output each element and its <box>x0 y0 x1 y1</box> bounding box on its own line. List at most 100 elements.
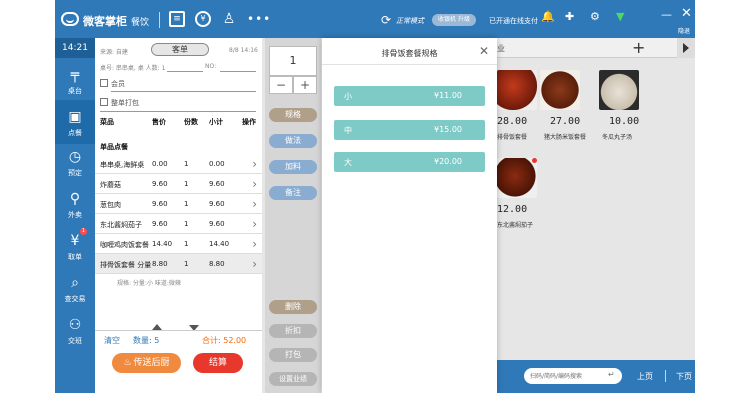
dish-name: 排骨饭套餐 <box>497 134 528 141</box>
nav-label: 点餐 <box>68 129 82 137</box>
minimize-icon[interactable]: — <box>661 8 672 21</box>
category-label[interactable]: 业 <box>497 43 505 54</box>
gear-icon[interactable]: ⚙ <box>590 10 600 23</box>
tab-guest-order[interactable]: 客单 <box>151 43 209 56</box>
pack-button[interactable]: 打包 <box>269 348 317 362</box>
quantity-plus-button[interactable]: + <box>293 76 317 94</box>
spec-option-large[interactable]: 大 ¥20.00 <box>334 152 485 172</box>
nav-item-delivery[interactable]: ⚲ 外卖 <box>55 182 95 226</box>
enter-icon[interactable]: ↵ <box>608 370 615 379</box>
discount-button[interactable]: 折扣 <box>269 324 317 338</box>
quantity-minus-button[interactable]: − <box>269 76 293 94</box>
nav-item-transactions[interactable]: ⌕ 查交易 <box>55 266 95 310</box>
pos-app: 微客掌柜 餐饮 ≡ ¥ ♙ ••• ⟳ 正常模式 收银机 升级 已开通在线支付 … <box>55 0 695 393</box>
note-button[interactable]: 备注 <box>269 186 317 200</box>
bell-icon[interactable]: 🔔 <box>541 10 555 23</box>
next-page-button[interactable]: 下页 <box>676 371 692 382</box>
member-label: 会员 <box>111 80 125 88</box>
dish-image[interactable] <box>599 70 639 110</box>
set-performance-button[interactable]: 设置业绩 <box>269 372 317 386</box>
reserve-icon: ◷ <box>68 149 82 165</box>
close-icon[interactable]: ✕ <box>479 44 489 58</box>
table-info: 桌号: 串串桌, 桌 人数: 1 <box>100 65 166 72</box>
nav-item-pickup[interactable]: ¥ 1 取单 <box>55 224 95 268</box>
document-icon[interactable]: ≡ <box>169 11 185 27</box>
delete-button[interactable]: 删除 <box>269 300 317 314</box>
option-price: ¥15.00 <box>434 125 462 134</box>
chevron-right-icon[interactable]: › <box>252 198 257 210</box>
nav-item-order[interactable]: ▣ 点餐 <box>55 100 95 144</box>
row-qty: 1 <box>184 160 189 168</box>
item-controls: 1 − + 规格 做法 加料 备注 删除 折扣 打包 设置业绩 <box>265 38 321 393</box>
sync-icon[interactable]: ⟳ <box>381 13 391 27</box>
add-icon[interactable]: + <box>632 39 645 57</box>
divider <box>220 71 256 72</box>
quantity-display[interactable]: 1 <box>269 46 317 76</box>
upgrade-pill[interactable]: 收银机 升级 <box>432 14 476 26</box>
row-name: 葱包肉 <box>100 201 121 209</box>
clear-button[interactable]: 清空 <box>104 335 120 346</box>
more-icon[interactable]: ••• <box>247 11 270 27</box>
member-checkbox[interactable] <box>100 79 108 87</box>
order-total: 合计: 52.00 <box>202 336 247 345</box>
puzzle-icon[interactable]: ✚ <box>565 10 574 23</box>
order-row[interactable]: 东北酱焖茄子 9.60 1 9.60 › <box>95 214 262 234</box>
dish-image[interactable] <box>540 70 580 110</box>
chevron-right-icon[interactable]: › <box>252 178 257 190</box>
extra-button[interactable]: 加料 <box>269 160 317 174</box>
clock: 14:21 <box>55 38 95 58</box>
spec-option-small[interactable]: 小 ¥11.00 <box>334 86 485 106</box>
spec-button[interactable]: 规格 <box>269 108 317 122</box>
dish-image[interactable] <box>497 158 537 198</box>
row-qty: 1 <box>184 240 189 248</box>
order-row[interactable]: 葱包肉 9.60 1 9.60 › <box>95 194 262 214</box>
order-row[interactable]: 咖喱鸡肉饭套餐 14.40 1 14.40 › <box>95 234 262 254</box>
item-count: 数量: 5 <box>133 336 160 345</box>
sync-mode-label: 正常模式 <box>396 17 424 25</box>
row-subtotal: 9.60 <box>209 220 225 228</box>
chevron-right-icon[interactable]: › <box>252 218 257 230</box>
option-price: ¥11.00 <box>434 91 462 100</box>
row-subtotal: 8.80 <box>209 260 225 268</box>
order-row[interactable]: 串串桌,海鲜桌 0.00 1 0.00 › <box>95 154 262 174</box>
row-name: 咖喱鸡肉饭套餐 <box>100 241 149 249</box>
chevron-right-icon[interactable]: › <box>252 238 257 250</box>
dialog-title: 排骨饭套餐规格 <box>381 49 438 58</box>
nav-item-shift[interactable]: ⚇ 交班 <box>55 308 95 352</box>
delivery-icon: ⚲ <box>69 191 81 207</box>
send-kitchen-button[interactable]: ♨ 传送后厨 <box>112 353 181 373</box>
top-bar: 微客掌柜 餐饮 ≡ ¥ ♙ ••• ⟳ 正常模式 收银机 升级 已开通在线支付 … <box>55 0 695 38</box>
chevron-right-icon[interactable]: › <box>252 158 257 170</box>
chevron-right-icon[interactable] <box>677 38 695 58</box>
order-panel: 来源: 自建 客单 8/8 14:16 桌号: 串串桌, 桌 人数: 1 NO:… <box>95 38 262 393</box>
divider <box>111 91 256 92</box>
row-subtotal: 9.60 <box>209 200 225 208</box>
row-qty: 1 <box>184 220 189 228</box>
table-icon: ╤ <box>70 67 80 83</box>
row-name: 串串桌,海鲜桌 <box>100 161 145 169</box>
nav-item-reserve[interactable]: ◷ 预定 <box>55 140 95 184</box>
nav-label: 查交易 <box>64 295 86 303</box>
coin-icon[interactable]: ¥ <box>195 11 211 27</box>
order-row-selected[interactable]: 排骨饭套餐 分量 8.80 1 8.80 › <box>95 254 262 274</box>
user-icon[interactable]: ♙ <box>221 11 237 27</box>
whole-pack-checkbox[interactable] <box>100 98 108 106</box>
divider <box>95 330 262 331</box>
chevron-right-icon[interactable]: › <box>252 258 257 270</box>
row-subtotal: 14.40 <box>209 240 230 248</box>
menu-grid: 业 + 28.00 排骨饭套餐 27.00 猪大肠米饭套餐 10.00 冬瓜丸子… <box>497 38 695 393</box>
method-button[interactable]: 做法 <box>269 134 317 148</box>
divider <box>665 370 666 382</box>
row-name: 炸蘑菇 <box>100 181 121 189</box>
order-row[interactable]: 炸蘑菇 9.60 1 9.60 › <box>95 174 262 194</box>
nav-item-table[interactable]: ╤ 桌台 <box>55 58 95 102</box>
order-icon: ▣ <box>68 109 82 125</box>
prev-page-button[interactable]: 上页 <box>637 371 653 382</box>
close-icon[interactable]: ✕ <box>681 6 692 21</box>
spec-option-medium[interactable]: 中 ¥15.00 <box>334 120 485 140</box>
exit-label[interactable]: 隐退 <box>678 26 690 35</box>
dish-image[interactable] <box>497 70 537 110</box>
nav-label: 桌台 <box>68 87 82 95</box>
chef-hat-icon: ♨ <box>123 358 132 368</box>
settle-button[interactable]: 结算 <box>193 353 243 373</box>
